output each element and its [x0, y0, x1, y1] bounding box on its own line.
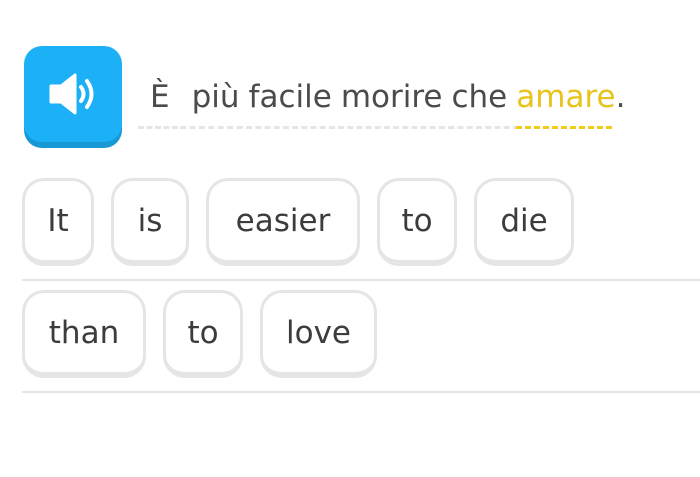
answer-line — [22, 391, 700, 393]
prompt-punctuation: . — [615, 79, 626, 115]
word-tile[interactable]: It — [22, 178, 94, 266]
word-tile[interactable]: than — [22, 290, 146, 378]
prompt-word[interactable]: È — [138, 74, 178, 129]
prompt-word[interactable]: morire — [328, 74, 455, 129]
speaker-icon — [49, 73, 94, 115]
prompt-word[interactable]: più — [179, 74, 252, 129]
word-tile[interactable]: is — [111, 178, 189, 266]
answer-row-2: than to love — [22, 290, 394, 378]
word-tile[interactable]: die — [474, 178, 574, 266]
prompt-word[interactable]: che — [439, 74, 519, 129]
word-tile[interactable]: love — [260, 290, 377, 378]
word-tile[interactable]: to — [163, 290, 243, 378]
prompt-word[interactable]: facile — [236, 74, 345, 129]
prompt-sentence: È più facile morire che amare . — [138, 74, 626, 134]
word-tile[interactable]: easier — [206, 178, 360, 266]
prompt-word-highlighted[interactable]: amare — [516, 74, 616, 129]
word-tile[interactable]: to — [377, 178, 457, 266]
exercise-screen: È più facile morire che amare . It is ea… — [0, 0, 700, 477]
answer-row-1: It is easier to die — [22, 178, 591, 266]
play-audio-button[interactable] — [24, 46, 122, 142]
answer-line — [22, 279, 700, 281]
